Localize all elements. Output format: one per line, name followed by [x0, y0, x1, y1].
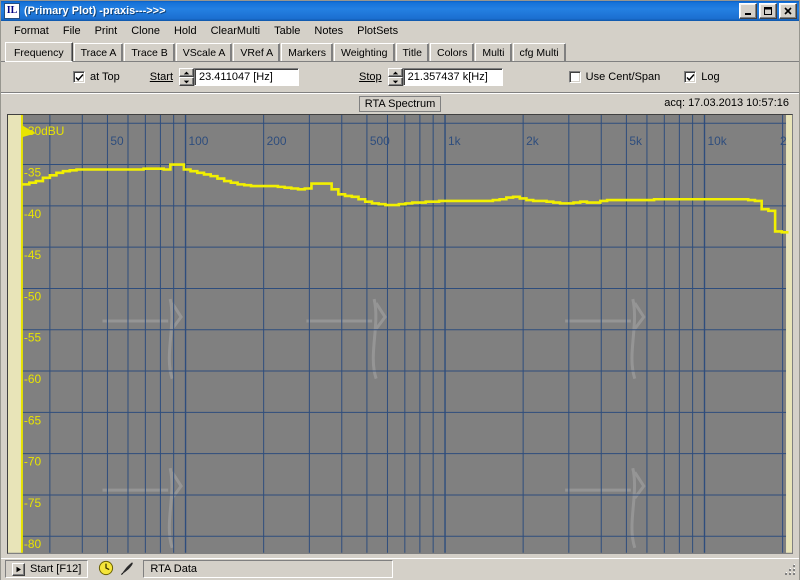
log-label: Log	[701, 71, 720, 83]
clock-icon[interactable]	[98, 560, 114, 579]
window-title: (Primary Plot) -praxis--->>>	[24, 5, 166, 17]
rta-data-label: RTA Data	[150, 563, 198, 576]
svg-text:50: 50	[110, 134, 124, 148]
start-spinner[interactable]	[179, 68, 195, 86]
stop-spin-up-icon[interactable]	[387, 68, 403, 77]
svg-text:-65: -65	[24, 413, 42, 427]
log-checkbox-group[interactable]: Log	[684, 71, 720, 83]
start-spin-up-icon[interactable]	[179, 68, 195, 77]
maximize-button[interactable]	[759, 3, 777, 19]
rta-spectrum-plot[interactable]: 50 100 200 500 1k 2k 5k 10k 2 -30dBU -35 -40 -45 -50-…	[7, 114, 793, 554]
svg-text:2k: 2k	[526, 134, 539, 148]
tab-weighting[interactable]: Weighting	[334, 43, 395, 61]
pen-icon[interactable]	[119, 560, 135, 579]
stop-spinner[interactable]	[387, 68, 403, 86]
svg-text:-70: -70	[24, 455, 42, 469]
at-top-checkbox-group[interactable]: at Top	[73, 71, 120, 83]
status-icon-group	[98, 560, 135, 579]
tab-colors[interactable]: Colors	[429, 43, 475, 61]
at-top-label: at Top	[90, 71, 120, 83]
menu-bar: Format File Print Clone Hold ClearMulti …	[1, 21, 799, 41]
frequency-controls: at Top Start 23.411047 [Hz] Stop 21.3574…	[1, 62, 799, 92]
start-frequency-input[interactable]: 23.411047 [Hz]	[194, 68, 300, 86]
start-f12-label: Start [F12]	[30, 563, 82, 576]
tab-trace-a[interactable]: Trace A	[73, 43, 124, 61]
close-button[interactable]	[779, 3, 797, 19]
stop-label[interactable]: Stop	[359, 71, 382, 83]
svg-text:-55: -55	[24, 331, 42, 345]
svg-text:-50: -50	[24, 289, 42, 303]
status-bar: Start [F12] RTA Data	[1, 557, 799, 580]
play-icon	[12, 562, 25, 576]
title-bar: IL (Primary Plot) -praxis--->>>	[1, 1, 799, 21]
start-label[interactable]: Start	[150, 71, 173, 83]
svg-text:5k: 5k	[629, 134, 642, 148]
start-frequency-group: Start 23.411047 [Hz]	[150, 68, 300, 86]
menu-item-clearmulti[interactable]: ClearMulti	[204, 23, 268, 39]
minimize-button[interactable]	[739, 3, 757, 19]
app-icon: IL	[4, 3, 20, 19]
svg-text:500: 500	[370, 134, 390, 148]
use-cent-span-label: Use Cent/Span	[585, 71, 661, 83]
svg-text:-45: -45	[24, 248, 42, 262]
tab-markers[interactable]: Markers	[281, 43, 334, 61]
tab-bar: Frequency Trace A Trace B VScale A VRef …	[1, 41, 799, 62]
acquisition-timestamp: acq: 17.03.2013 10:57:16	[664, 97, 789, 109]
tab-frequency[interactable]: Frequency	[5, 42, 73, 62]
window-buttons	[739, 3, 797, 19]
menu-item-format[interactable]: Format	[7, 23, 56, 39]
log-checkbox[interactable]	[684, 71, 697, 83]
use-cent-span-checkbox-group[interactable]: Use Cent/Span	[568, 71, 661, 83]
tab-title[interactable]: Title	[395, 43, 429, 61]
svg-text:-40: -40	[24, 207, 42, 221]
svg-text:-35: -35	[24, 165, 42, 179]
tab-multi[interactable]: Multi	[475, 43, 512, 61]
primary-plot-window: IL (Primary Plot) -praxis--->>> Format F…	[0, 0, 800, 580]
stop-spin-down-icon[interactable]	[387, 77, 403, 86]
resize-grip-icon[interactable]	[783, 563, 797, 577]
svg-text:-80: -80	[24, 537, 42, 551]
start-f12-button[interactable]: Start [F12]	[5, 560, 89, 579]
menu-item-hold[interactable]: Hold	[167, 23, 204, 39]
plot-title[interactable]: RTA Spectrum	[358, 95, 442, 112]
stop-frequency-group: Stop 21.357437 k[Hz]	[359, 68, 503, 86]
at-top-checkbox[interactable]	[73, 71, 85, 83]
svg-text:10k: 10k	[707, 134, 726, 148]
rta-data-field[interactable]: RTA Data	[143, 560, 394, 579]
rta-spectrum-svg: 50 100 200 500 1k 2k 5k 10k 2-30dBU-35-40-45-50-…	[8, 115, 792, 553]
tab-vref-a[interactable]: VRef A	[233, 43, 281, 61]
svg-text:1k: 1k	[448, 134, 461, 148]
svg-text:200: 200	[267, 134, 287, 148]
plot-header: RTA Spectrum acq: 17.03.2013 10:57:16	[1, 92, 799, 114]
svg-text:2: 2	[780, 134, 787, 148]
menu-item-plotsets[interactable]: PlotSets	[350, 23, 405, 39]
menu-item-file[interactable]: File	[56, 23, 88, 39]
tab-cfg-multi[interactable]: cfg Multi	[512, 43, 566, 61]
use-cent-span-checkbox[interactable]	[568, 71, 581, 83]
start-spin-down-icon[interactable]	[179, 77, 195, 86]
menu-item-print[interactable]: Print	[88, 23, 125, 39]
stop-frequency-input[interactable]: 21.357437 k[Hz]	[402, 68, 503, 86]
svg-text:-60: -60	[24, 372, 42, 386]
menu-item-clone[interactable]: Clone	[124, 23, 167, 39]
svg-text:100: 100	[189, 134, 209, 148]
menu-item-notes[interactable]: Notes	[307, 23, 350, 39]
menu-item-table[interactable]: Table	[267, 23, 307, 39]
tab-trace-b[interactable]: Trace B	[124, 43, 175, 61]
chart-container: 50 100 200 500 1k 2k 5k 10k 2 -30dBU -35 -40 -45 -50-…	[1, 114, 799, 558]
tab-vscale-a[interactable]: VScale A	[175, 43, 233, 61]
svg-text:-75: -75	[24, 496, 42, 510]
